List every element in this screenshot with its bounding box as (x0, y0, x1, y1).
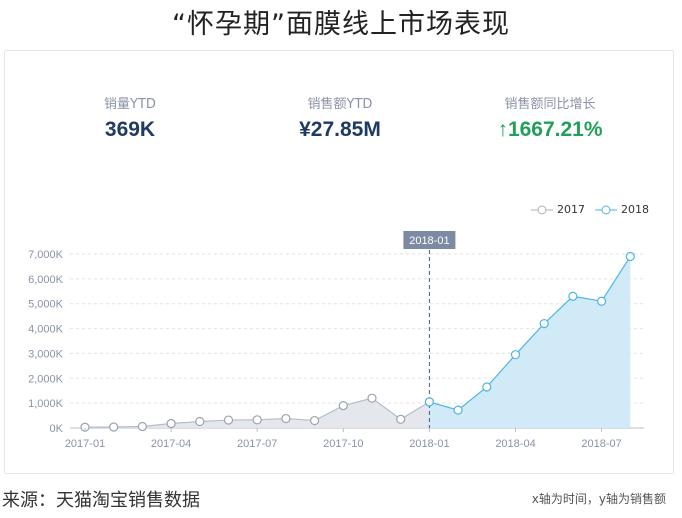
chart-legend: 2017 2018 (531, 203, 649, 216)
kpi-sales-amount: 销售额YTD ¥27.85M (240, 93, 440, 142)
legend-item-2018[interactable]: 2018 (595, 203, 649, 216)
up-arrow-icon: ↑ (497, 118, 508, 141)
kpi-value-row: ↑1667.21% (450, 118, 650, 142)
source-note: 来源：天猫淘宝销售数据 (2, 490, 200, 511)
legend-line-icon (531, 205, 553, 214)
kpi-label: 销售额同比增长 (504, 97, 596, 112)
kpi-value: ¥27.85M (299, 118, 381, 141)
kpi-value: 1667.21% (507, 118, 603, 141)
kpi-label: 销售额YTD (307, 97, 373, 112)
legend-item-2017[interactable]: 2017 (531, 203, 585, 216)
kpi-yoy-growth: 销售额同比增长 ↑1667.21% (450, 93, 650, 142)
legend-label: 2017 (557, 203, 585, 216)
page-title: “怀孕期”面膜线上市场表现 (172, 9, 510, 40)
dashboard-card: 销量YTD 369K 销售额YTD ¥27.85M 销售额同比增长 ↑1667.… (4, 50, 674, 474)
kpi-sales-volume: 销量YTD 369K (30, 93, 230, 142)
kpi-label: 销量YTD (104, 97, 156, 112)
kpi-value: 369K (104, 118, 156, 141)
legend-label: 2018 (621, 203, 649, 216)
legend-line-icon (595, 205, 617, 214)
axis-note: x轴为时间，y轴为销售额 (531, 492, 666, 506)
